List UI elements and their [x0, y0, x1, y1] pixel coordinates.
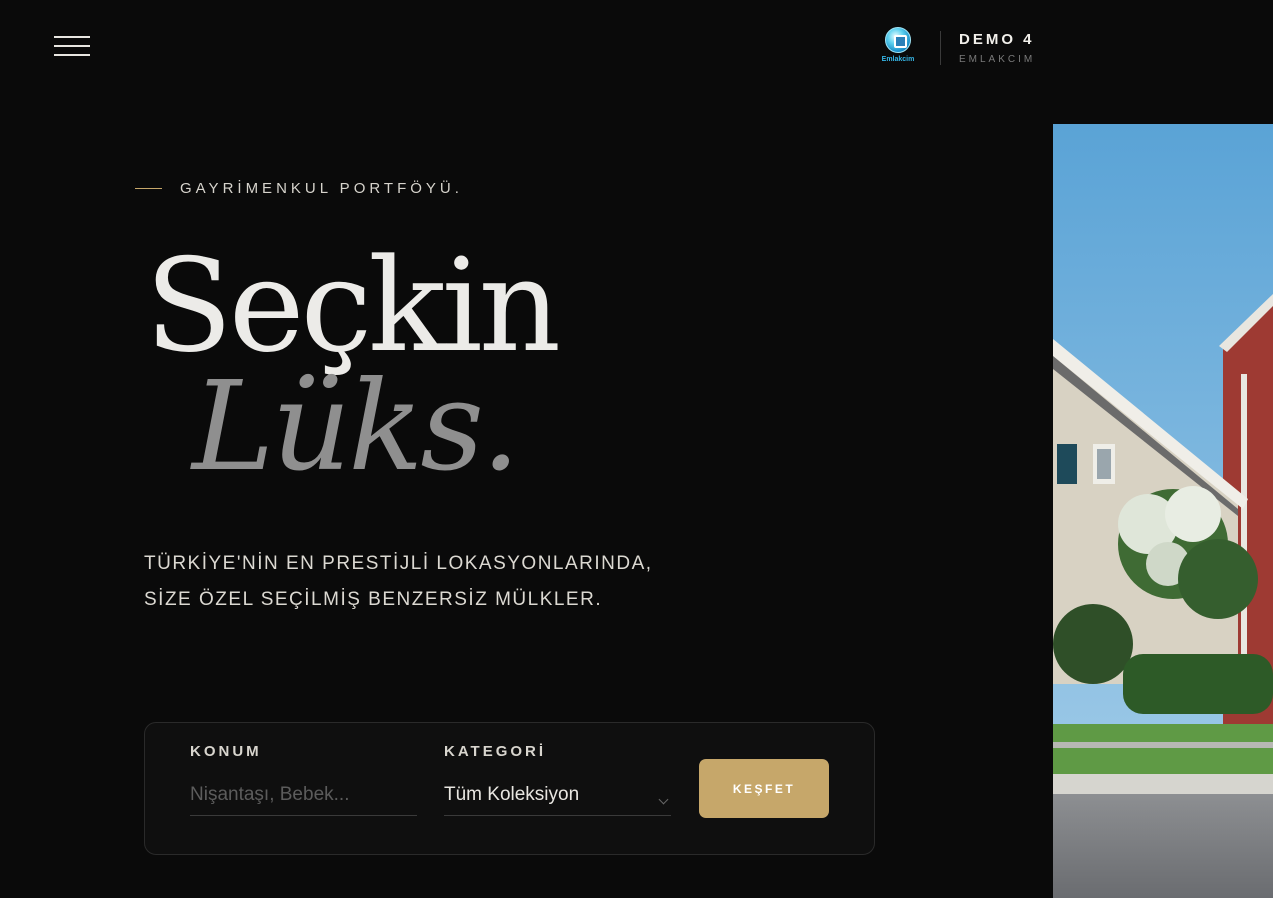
brand-title: DEMO 4 — [959, 31, 1035, 48]
eyebrow-text: GAYRİMENKUL PORTFÖYÜ. — [180, 180, 463, 197]
location-label: KONUM — [190, 743, 262, 760]
brand-logo: Emlakcim — [880, 27, 916, 69]
brand-divider — [940, 31, 941, 65]
category-label: KATEGORİ — [444, 743, 547, 760]
location-input[interactable] — [190, 783, 417, 806]
hero-house-photo — [1053, 124, 1273, 898]
chevron-down-icon — [658, 794, 669, 805]
description-line-2: SİZE ÖZEL SEÇİLMİŞ BENZERSİZ MÜLKLER. — [144, 589, 603, 610]
search-panel: KONUM KATEGORİ Tüm Koleksiyon KEŞFET — [144, 722, 875, 855]
category-select[interactable]: Tüm Koleksiyon — [444, 774, 671, 816]
menu-bar-bottom — [54, 54, 90, 56]
eyebrow: GAYRİMENKUL PORTFÖYÜ. — [135, 180, 463, 197]
eyebrow-line — [135, 188, 162, 189]
location-field: KONUM — [190, 743, 417, 816]
menu-bar-top — [54, 36, 90, 38]
brand-subtitle: EMLAKCIM — [959, 54, 1036, 65]
explore-button[interactable]: KEŞFET — [699, 759, 829, 818]
menu-bar-middle — [54, 45, 90, 47]
hero-description: TÜRKİYE'NİN EN PRESTİJLİ LOKASYONLARINDA… — [144, 546, 704, 618]
brand[interactable]: Emlakcim DEMO 4 EMLAKCIM — [880, 26, 1035, 70]
category-field: KATEGORİ Tüm Koleksiyon — [444, 743, 671, 816]
globe-icon — [885, 27, 911, 53]
hamburger-menu-icon[interactable] — [54, 36, 90, 58]
description-line-1: TÜRKİYE'NİN EN PRESTİJLİ LOKASYONLARINDA… — [144, 553, 653, 574]
brand-names: DEMO 4 EMLAKCIM — [959, 31, 1035, 65]
category-select-value: Tüm Koleksiyon — [444, 783, 580, 805]
hero-page: Emlakcim DEMO 4 EMLAKCIM GAYRİMENKUL POR… — [0, 0, 1273, 898]
house-image — [1053, 124, 1273, 898]
location-input-wrapper — [190, 774, 417, 816]
headline-line-2: Lüks. — [192, 355, 520, 499]
logo-text: Emlakcim — [881, 56, 915, 63]
